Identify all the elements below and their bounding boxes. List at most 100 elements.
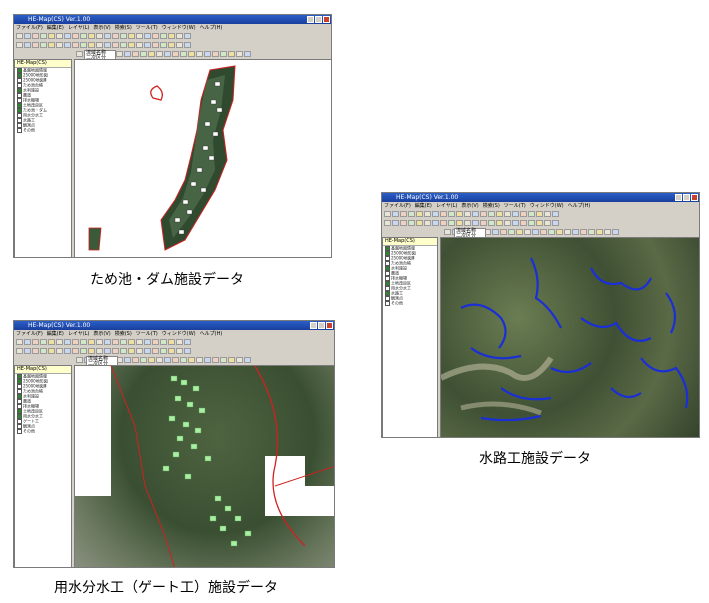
toolbar-tool-button[interactable] bbox=[160, 348, 167, 354]
toolbar-tool-button[interactable] bbox=[588, 229, 595, 235]
toolbar-tool-button[interactable] bbox=[24, 33, 31, 39]
toolbar-tool-button[interactable] bbox=[160, 33, 167, 39]
toolbar-tool-button[interactable] bbox=[48, 42, 55, 48]
toolbar-tool-button[interactable] bbox=[32, 42, 39, 48]
toolbar-tool-button[interactable] bbox=[612, 229, 619, 235]
toolbar-tool-button[interactable] bbox=[152, 339, 159, 345]
toolbar-tool-button[interactable] bbox=[16, 33, 23, 39]
toolbar-tool-button[interactable] bbox=[520, 220, 527, 226]
toolbar-tool-button[interactable] bbox=[596, 229, 603, 235]
toolbar-tool-button[interactable] bbox=[480, 211, 487, 217]
menu-help[interactable]: ヘルプ(H) bbox=[568, 203, 591, 209]
toolbar-tool-button[interactable] bbox=[80, 339, 87, 345]
toolbar-tool-button[interactable] bbox=[448, 211, 455, 217]
toolbar-tool-button[interactable] bbox=[496, 211, 503, 217]
toolbar-tool-button[interactable] bbox=[104, 348, 111, 354]
toolbar-tool-button[interactable] bbox=[96, 33, 103, 39]
toolbar-tool-button[interactable] bbox=[72, 348, 79, 354]
layer-item[interactable]: その他 bbox=[17, 429, 71, 434]
toolbar-tool-button[interactable] bbox=[128, 42, 135, 48]
toolbar-tool-button[interactable] bbox=[160, 339, 167, 345]
toolbar-tool-button[interactable] bbox=[212, 51, 219, 57]
toolbar-tool-button[interactable] bbox=[56, 42, 63, 48]
toolbar-tool-button[interactable] bbox=[520, 211, 527, 217]
toolbar-tool-button[interactable] bbox=[168, 33, 175, 39]
toolbar-tool-button[interactable] bbox=[152, 42, 159, 48]
toolbar-tool-button[interactable] bbox=[464, 211, 471, 217]
toolbar-tool-button[interactable] bbox=[24, 348, 31, 354]
minimize-button[interactable] bbox=[675, 194, 682, 201]
toolbar-tool-button[interactable] bbox=[148, 357, 155, 363]
toolbar-tool-button[interactable] bbox=[552, 211, 559, 217]
toolbar-tool-button[interactable] bbox=[172, 357, 179, 363]
map-view[interactable] bbox=[74, 365, 334, 567]
close-button[interactable] bbox=[323, 16, 330, 23]
toolbar-tool-button[interactable] bbox=[184, 348, 191, 354]
toolbar-tool-button[interactable] bbox=[204, 357, 211, 363]
toolbar-tool-button[interactable] bbox=[96, 348, 103, 354]
toolbar-tool-button[interactable] bbox=[148, 51, 155, 57]
toolbar-tool-button[interactable] bbox=[140, 51, 147, 57]
menu-layer[interactable]: レイヤ(L) bbox=[68, 331, 90, 337]
map-view[interactable] bbox=[440, 237, 699, 437]
toolbar-tool-button[interactable] bbox=[384, 211, 391, 217]
toolbar-tool-button[interactable] bbox=[540, 229, 547, 235]
menu-help[interactable]: ヘルプ(H) bbox=[200, 331, 223, 337]
minimize-button[interactable] bbox=[307, 16, 314, 23]
toolbar-tool-button[interactable] bbox=[176, 348, 183, 354]
toolbar-tool-button[interactable] bbox=[456, 211, 463, 217]
menu-help[interactable]: ヘルプ(H) bbox=[200, 25, 223, 31]
toolbar-tool-button[interactable] bbox=[168, 339, 175, 345]
toolbar-tool-button[interactable] bbox=[176, 339, 183, 345]
toolbar-tool-button[interactable] bbox=[416, 211, 423, 217]
menu-edit[interactable]: 編集(E) bbox=[47, 25, 64, 31]
toolbar-tool-button[interactable] bbox=[464, 220, 471, 226]
toolbar-tool-button[interactable] bbox=[24, 339, 31, 345]
toolbar-tool-button[interactable] bbox=[120, 348, 127, 354]
toolbar-tool-button[interactable] bbox=[48, 348, 55, 354]
toolbar-tool-button[interactable] bbox=[112, 42, 119, 48]
toolbar-tool-button[interactable] bbox=[548, 229, 555, 235]
toolbar-tool-button[interactable] bbox=[448, 220, 455, 226]
toolbar-tool-button[interactable] bbox=[204, 51, 211, 57]
toolbar-tool-button[interactable] bbox=[136, 339, 143, 345]
toolbar-tool-button[interactable] bbox=[416, 220, 423, 226]
toolbar-tool-button[interactable] bbox=[48, 33, 55, 39]
toolbar-tool-button[interactable] bbox=[572, 229, 579, 235]
toolbar-tool-button[interactable] bbox=[48, 339, 55, 345]
toolbar-tool-button[interactable] bbox=[176, 33, 183, 39]
toolbar-tool-button[interactable] bbox=[104, 339, 111, 345]
toolbar-tool-button[interactable] bbox=[180, 51, 187, 57]
toolbar-tool-button[interactable] bbox=[120, 33, 127, 39]
toolbar-tool-button[interactable] bbox=[400, 220, 407, 226]
menu-layer[interactable]: レイヤ(L) bbox=[436, 203, 458, 209]
toolbar-tool-button[interactable] bbox=[144, 348, 151, 354]
layer-item[interactable]: その他 bbox=[385, 301, 437, 306]
toolbar-tool-button[interactable] bbox=[128, 339, 135, 345]
toolbar-tool-button[interactable] bbox=[188, 357, 195, 363]
maximize-button[interactable] bbox=[315, 16, 322, 23]
toolbar-tool-button[interactable] bbox=[16, 42, 23, 48]
toolbar-tool-button[interactable] bbox=[152, 33, 159, 39]
toolbar-tool-button[interactable] bbox=[184, 339, 191, 345]
menu-view[interactable]: 表示(V) bbox=[93, 25, 110, 31]
maximize-button[interactable] bbox=[683, 194, 690, 201]
toolbar-tool-button[interactable] bbox=[140, 357, 147, 363]
toolbar-tool-button[interactable] bbox=[492, 229, 499, 235]
toolbar-tool-button[interactable] bbox=[132, 357, 139, 363]
menu-search[interactable]: 検索(S) bbox=[483, 203, 500, 209]
toolbar-tool-button[interactable] bbox=[544, 211, 551, 217]
close-button[interactable] bbox=[326, 322, 333, 329]
toolbar-tool-button[interactable] bbox=[64, 348, 71, 354]
menu-window[interactable]: ウィンドウ(W) bbox=[162, 331, 196, 337]
toolbar-tool-button[interactable] bbox=[56, 339, 63, 345]
toolbar-tool-button[interactable] bbox=[400, 211, 407, 217]
toolbar-tool-button[interactable] bbox=[480, 220, 487, 226]
toolbar-tool-button[interactable] bbox=[244, 357, 251, 363]
toolbar-tool-button[interactable] bbox=[128, 348, 135, 354]
toolbar-tool-button[interactable] bbox=[32, 339, 39, 345]
toolbar-tool-button[interactable] bbox=[104, 33, 111, 39]
toolbar-tool-button[interactable] bbox=[472, 211, 479, 217]
toolbar-tool-button[interactable] bbox=[536, 220, 543, 226]
toolbar-tool-button[interactable] bbox=[456, 220, 463, 226]
